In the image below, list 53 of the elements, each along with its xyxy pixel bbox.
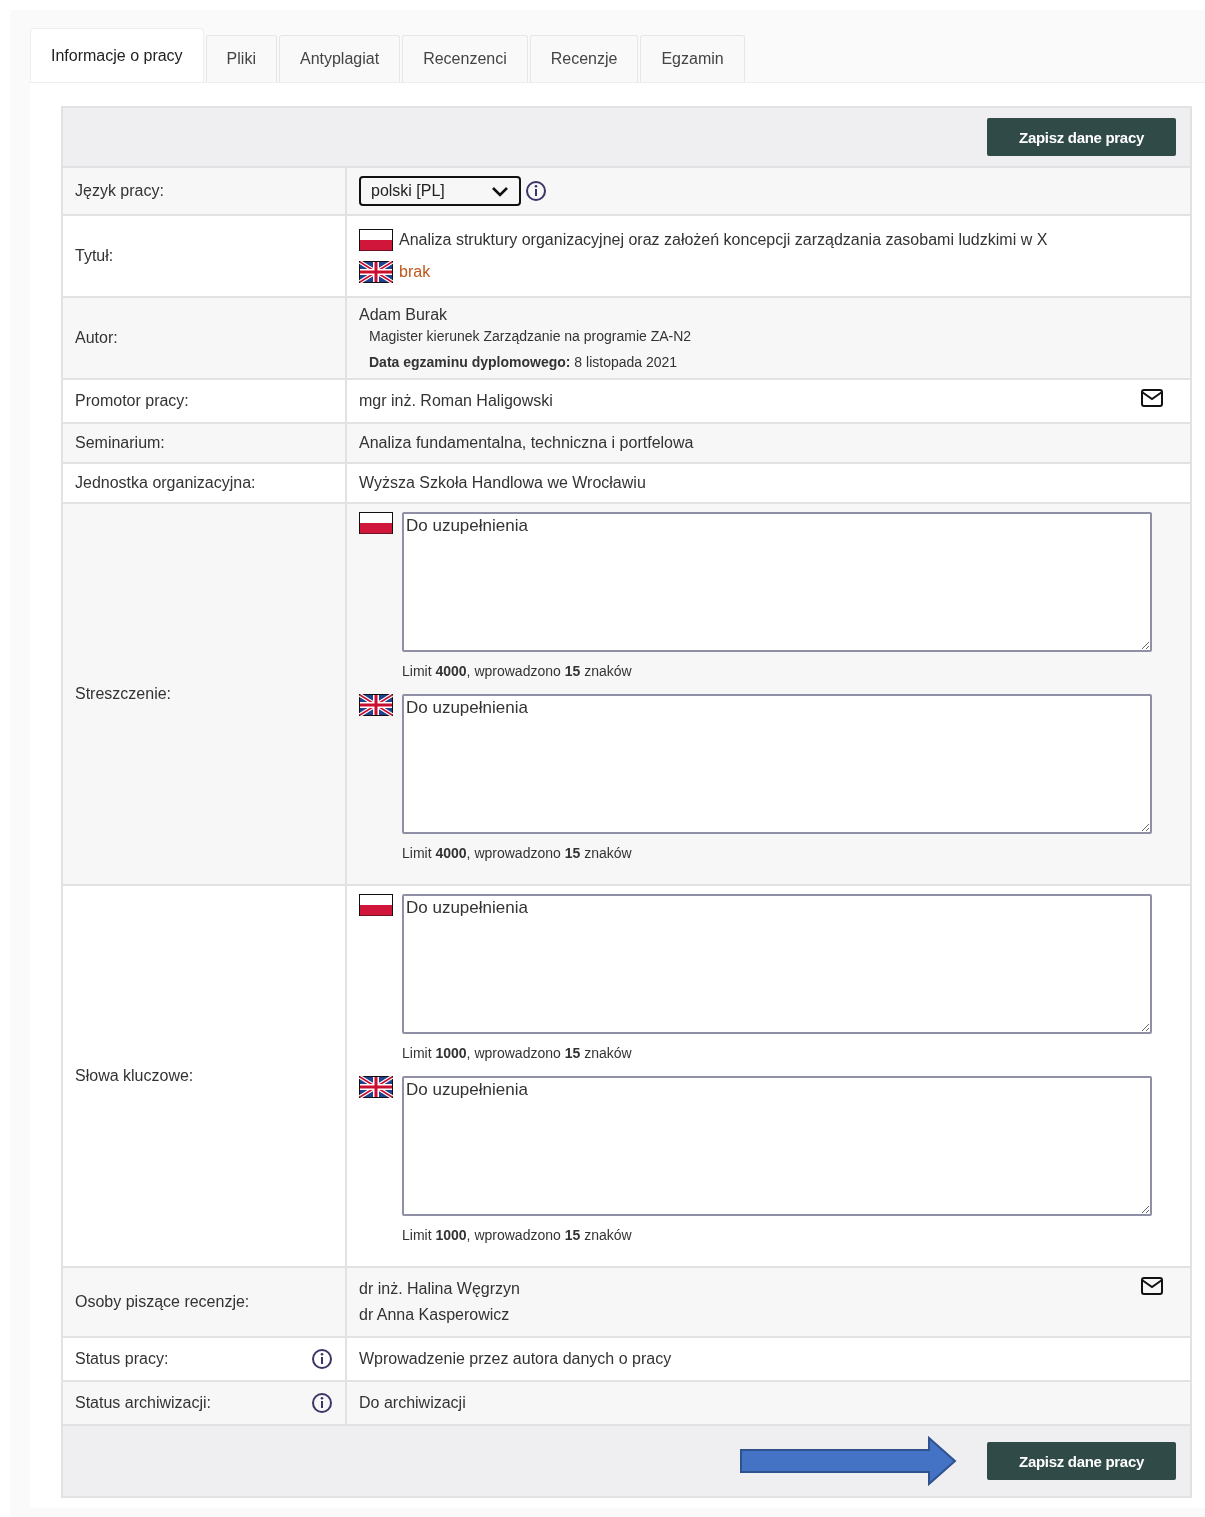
tab[interactable]: Informacje o pracy: [30, 28, 204, 82]
field-label: Autor:: [75, 329, 118, 347]
field-label: Słowa kluczowe:: [75, 1067, 194, 1085]
field-label: Osoby piszące recenzje:: [75, 1293, 250, 1311]
field-label: Jednostka organizacyjna:: [75, 474, 256, 492]
flag-icon: [359, 229, 393, 251]
tab[interactable]: Egzamin: [640, 35, 745, 82]
flag-icon: [359, 512, 393, 534]
field-value: Do archiwizacji: [359, 1394, 467, 1412]
mail-icon[interactable]: [1140, 1276, 1164, 1296]
save-button[interactable]: Zapisz dane pracy: [987, 1442, 1176, 1480]
info-icon[interactable]: [525, 180, 547, 202]
save-button[interactable]: Zapisz dane pracy: [987, 118, 1176, 156]
character-counter: Limit 4000, wprowadzono 15 znaków: [402, 845, 633, 861]
flag-icon: [359, 1076, 393, 1098]
field-label: Seminarium:: [75, 434, 165, 452]
language-select[interactable]: polski [PL]: [359, 176, 521, 206]
field-value: Wyższa Szkoła Handlowa we Wrocławiu: [359, 474, 647, 492]
field-label: Tytuł:: [75, 247, 114, 265]
field-label: Język pracy:: [75, 182, 164, 200]
field-label: Status archiwizacji:: [75, 1394, 212, 1412]
tab[interactable]: Antyplagiat: [278, 35, 401, 82]
study-program: Magister kierunek Zarządzanie na programie ZA-N2: [369, 328, 693, 344]
field-value: Wprowadzenie przez autora danych o pracy: [359, 1350, 673, 1368]
title-text: Analiza struktury organizacyjnej oraz założeń koncepcji zarządzania zasobami ludzkimi w X: [399, 230, 1048, 250]
text-area[interactable]: Do uzupełnienia: [402, 1076, 1152, 1216]
tab[interactable]: Recenzje: [529, 35, 639, 82]
tab[interactable]: Recenzenci: [402, 35, 528, 82]
text-area[interactable]: Do uzupełnienia: [402, 894, 1152, 1034]
character-counter: Limit 1000, wprowadzono 15 znaków: [402, 1045, 633, 1061]
flag-icon: [359, 261, 393, 283]
tab[interactable]: Pliki: [205, 35, 277, 82]
exam-date: Data egzaminu dyplomowego: 8 listopada 2021: [369, 354, 679, 370]
person-name: mgr inż. Roman Haligowski: [359, 391, 553, 411]
person-name: dr inż. Halina Węgrzyn: [359, 1279, 520, 1299]
character-counter: Limit 4000, wprowadzono 15 znaków: [402, 663, 633, 679]
select-value: polski [PL]: [371, 182, 445, 200]
flag-icon: [359, 694, 393, 716]
info-icon[interactable]: [311, 1392, 333, 1414]
info-icon[interactable]: [311, 1348, 333, 1370]
title-text: brak: [399, 262, 431, 282]
mail-icon[interactable]: [1140, 388, 1164, 408]
field-label: Streszczenie:: [75, 685, 172, 703]
field-label: Status pracy:: [75, 1350, 169, 1368]
person-name: dr Anna Kasperowicz: [359, 1305, 511, 1325]
text-area[interactable]: Do uzupełnienia: [402, 694, 1152, 834]
field-label: Promotor pracy:: [75, 392, 189, 410]
field-value: Analiza fundamentalna, techniczna i portfelowa: [359, 434, 695, 452]
character-counter: Limit 1000, wprowadzono 15 znaków: [402, 1227, 633, 1243]
text-area[interactable]: Do uzupełnienia: [402, 512, 1152, 652]
flag-icon: [359, 894, 393, 916]
author-name: Adam Burak: [359, 306, 449, 324]
chevron-down-icon: [491, 184, 509, 198]
